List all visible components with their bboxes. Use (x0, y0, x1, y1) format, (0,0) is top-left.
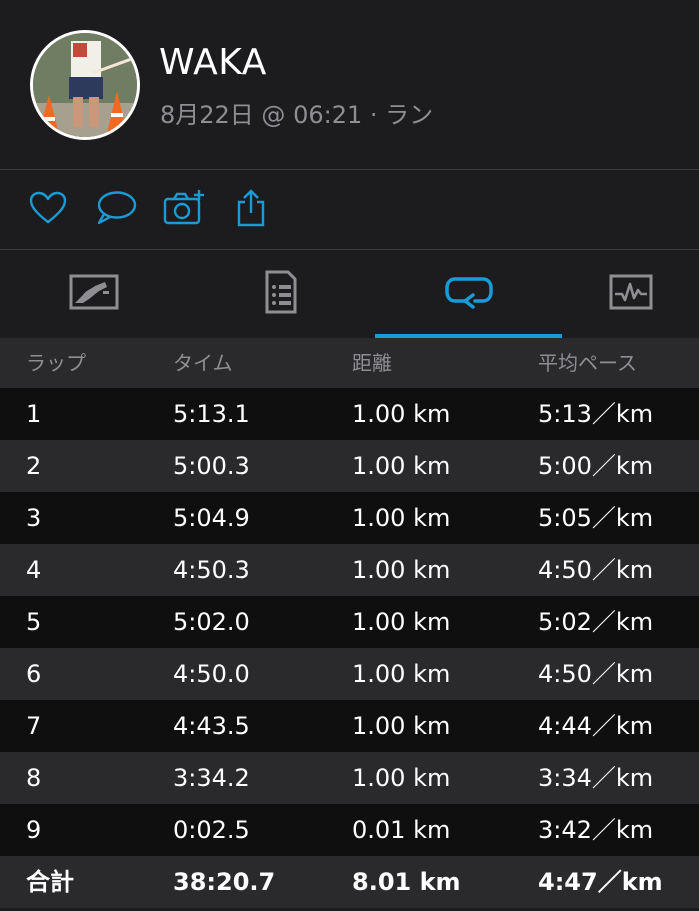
like-button[interactable] (26, 188, 70, 232)
lap-pace: 5:02／km (538, 608, 654, 636)
tab-laps[interactable] (375, 250, 562, 338)
add-photo-icon (163, 190, 205, 230)
total-label: 合計 (26, 868, 74, 896)
lap-time: 5:02.0 (173, 608, 250, 636)
share-icon (235, 189, 267, 231)
lap-distance: 1.00 km (352, 764, 451, 792)
charts-icon (609, 274, 653, 314)
comment-icon (95, 190, 137, 230)
lap-distance: 1.00 km (352, 452, 451, 480)
lap-pace: 5:13／km (538, 400, 654, 428)
lap-number: 6 (26, 660, 42, 688)
activity-subtitle: 8月22日 @ 06:21 · ラン (160, 101, 434, 129)
lap-pace: 4:50／km (538, 660, 654, 688)
map-icon (69, 273, 119, 315)
lap-time: 5:00.3 (173, 452, 250, 480)
lap-time: 5:13.1 (173, 400, 250, 428)
total-time: 38:20.7 (173, 868, 276, 896)
table-row[interactable]: 5 5:02.0 1.00 km 5:02／km (0, 596, 699, 648)
lap-pace: 4:44／km (538, 712, 654, 740)
lap-pace: 5:00／km (538, 452, 654, 480)
details-icon (264, 270, 298, 318)
activity-header: WAKA 8月22日 @ 06:21 · ラン (0, 0, 699, 170)
laps-table: ラップ タイム 距離 平均ペース 1 5:13.1 1.00 km 5:13／k… (0, 338, 699, 908)
lap-number: 2 (26, 452, 42, 480)
lap-number: 9 (26, 816, 42, 844)
table-row[interactable]: 3 5:04.9 1.00 km 5:05／km (0, 492, 699, 544)
laps-icon (444, 275, 493, 313)
share-button[interactable] (229, 188, 273, 232)
lap-time: 4:50.0 (173, 660, 250, 688)
header-avg-pace: 平均ペース (538, 351, 637, 375)
comment-button[interactable] (94, 188, 138, 232)
header-lap: ラップ (26, 351, 86, 375)
lap-distance: 1.00 km (352, 556, 451, 584)
lap-pace: 4:50／km (538, 556, 654, 584)
total-pace: 4:47／km (538, 868, 663, 896)
lap-time: 5:04.9 (173, 504, 250, 532)
tab-map[interactable] (0, 250, 187, 338)
total-distance: 8.01 km (352, 868, 461, 896)
lap-distance: 1.00 km (352, 504, 451, 532)
user-name[interactable]: WAKA (159, 42, 267, 83)
add-photo-button[interactable] (162, 188, 206, 232)
header-distance: 距離 (352, 351, 392, 375)
table-row[interactable]: 9 0:02.5 0.01 km 3:42／km (0, 804, 699, 856)
avatar[interactable] (30, 30, 140, 140)
lap-time: 0:02.5 (173, 816, 250, 844)
lap-number: 1 (26, 400, 42, 428)
lap-number: 4 (26, 556, 42, 584)
table-row[interactable]: 8 3:34.2 1.00 km 3:34／km (0, 752, 699, 804)
lap-pace: 3:42／km (538, 816, 654, 844)
lap-distance: 1.00 km (352, 712, 451, 740)
table-total-row: 合計 38:20.7 8.01 km 4:47／km (0, 856, 699, 908)
lap-number: 3 (26, 504, 42, 532)
lap-pace: 5:05／km (538, 504, 654, 532)
lap-time: 4:50.3 (173, 556, 250, 584)
table-row[interactable]: 6 4:50.0 1.00 km 4:50／km (0, 648, 699, 700)
table-row[interactable]: 4 4:50.3 1.00 km 4:50／km (0, 544, 699, 596)
lap-distance: 1.00 km (352, 660, 451, 688)
lap-number: 5 (26, 608, 42, 636)
lap-number: 8 (26, 764, 42, 792)
table-row[interactable]: 2 5:00.3 1.00 km 5:00／km (0, 440, 699, 492)
action-bar (0, 170, 699, 250)
table-row[interactable]: 7 4:43.5 1.00 km 4:44／km (0, 700, 699, 752)
lap-pace: 3:34／km (538, 764, 654, 792)
table-header: ラップ タイム 距離 平均ペース (0, 338, 699, 388)
tab-bar (0, 250, 699, 338)
tab-charts[interactable] (562, 250, 699, 338)
lap-time: 4:43.5 (173, 712, 250, 740)
heart-icon (29, 191, 67, 229)
tab-details[interactable] (187, 250, 375, 338)
lap-distance: 1.00 km (352, 608, 451, 636)
header-time: タイム (173, 351, 233, 375)
lap-time: 3:34.2 (173, 764, 250, 792)
table-row[interactable]: 1 5:13.1 1.00 km 5:13／km (0, 388, 699, 440)
lap-distance: 1.00 km (352, 400, 451, 428)
lap-number: 7 (26, 712, 42, 740)
lap-distance: 0.01 km (352, 816, 451, 844)
